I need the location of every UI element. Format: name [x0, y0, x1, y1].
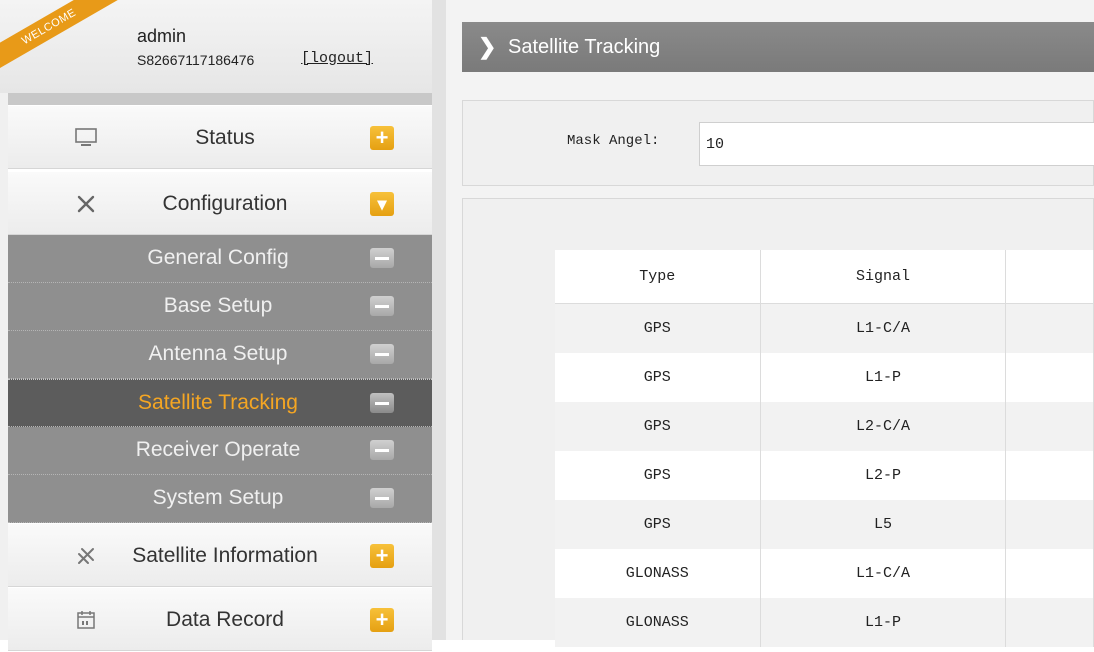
cell-signal: L2-P — [760, 451, 1007, 500]
cell-signal: L1-P — [760, 353, 1007, 402]
monitor-icon — [72, 106, 100, 170]
page-title-bar: ❯ Satellite Tracking — [462, 22, 1094, 72]
sub-item-label: Base Setup — [163, 294, 273, 317]
cell-type: GPS — [555, 303, 761, 353]
sub-item-label: Satellite Tracking — [138, 391, 298, 414]
menu-label-status: Status — [195, 126, 255, 149]
sidebar: WELCOME admin S82667117186476 [logout] S… — [0, 0, 432, 651]
mask-angle-input[interactable] — [699, 122, 1094, 166]
minus-icon[interactable] — [370, 440, 394, 460]
collapse-icon[interactable]: ▾ — [370, 192, 394, 216]
cell-extra — [1005, 353, 1094, 402]
satellite-tracking-table: Type Signal GPS L1-C/A GPS L1-P GPS L2-C… — [555, 250, 1094, 647]
sub-item-satellite-tracking[interactable]: Satellite Tracking — [8, 379, 432, 427]
minus-icon[interactable] — [370, 248, 394, 268]
cell-type: GPS — [555, 500, 761, 549]
tools-icon — [72, 172, 100, 236]
username: admin — [137, 26, 187, 46]
cell-signal: L1-C/A — [760, 303, 1007, 353]
column-header-extra — [1005, 250, 1094, 304]
welcome-ribbon: WELCOME — [0, 0, 120, 75]
column-header-signal: Signal — [760, 250, 1007, 304]
mask-angle-label: Mask Angel: — [567, 133, 660, 149]
sub-item-general-config[interactable]: General Config — [8, 235, 432, 283]
satellite-icon — [72, 524, 100, 588]
minus-icon[interactable] — [370, 488, 394, 508]
menu-label-satellite-information: Satellite Information — [132, 544, 318, 567]
logout-link[interactable]: [logout] — [301, 50, 373, 67]
minus-icon[interactable] — [370, 344, 394, 364]
sub-item-system-setup[interactable]: System Setup — [8, 475, 432, 523]
expand-icon[interactable]: + — [370, 608, 394, 632]
page-title: Satellite Tracking — [508, 36, 661, 58]
cell-signal: L2-C/A — [760, 402, 1007, 451]
minus-icon[interactable] — [370, 393, 394, 413]
menu-item-data-record[interactable]: Data Record + — [8, 587, 432, 651]
table-row: GPS L2-P — [555, 451, 1094, 500]
expand-icon[interactable]: + — [370, 126, 394, 150]
table-row: GPS L1-P — [555, 353, 1094, 402]
cell-type: GPS — [555, 402, 761, 451]
calendar-icon — [72, 588, 100, 652]
sub-item-antenna-setup[interactable]: Antenna Setup — [8, 331, 432, 379]
menu-item-satellite-information[interactable]: Satellite Information + — [8, 523, 432, 587]
menu-label-data-record: Data Record — [166, 608, 284, 631]
sub-item-base-setup[interactable]: Base Setup — [8, 283, 432, 331]
chevron-right-icon: ❯ — [478, 34, 497, 59]
sub-item-label: Receiver Operate — [135, 438, 301, 461]
main-gutter — [432, 0, 446, 640]
cell-extra — [1005, 500, 1094, 549]
sub-item-label: Antenna Setup — [148, 342, 288, 365]
device-serial: S82667117186476 — [137, 52, 255, 68]
table-row: GPS L2-C/A — [555, 402, 1094, 451]
table-header-row: Type Signal — [555, 250, 1094, 304]
table-row: GPS L5 — [555, 500, 1094, 549]
cell-extra — [1005, 549, 1094, 598]
cell-extra — [1005, 451, 1094, 500]
cell-signal: L5 — [760, 500, 1007, 549]
header-divider — [8, 93, 432, 105]
sub-item-label: System Setup — [152, 486, 284, 509]
menu-item-configuration[interactable]: Configuration ▾ — [8, 171, 432, 235]
mask-angle-panel: Mask Angel: — [462, 100, 1094, 186]
cell-extra — [1005, 303, 1094, 353]
cell-type: GPS — [555, 451, 761, 500]
column-header-type: Type — [555, 250, 761, 304]
table-row: GPS L1-C/A — [555, 303, 1094, 353]
cell-type: GPS — [555, 353, 761, 402]
sidebar-edge — [0, 93, 8, 640]
menu-item-status[interactable]: Status + — [8, 105, 432, 169]
minus-icon[interactable] — [370, 296, 394, 316]
cell-extra — [1005, 402, 1094, 451]
expand-icon[interactable]: + — [370, 544, 394, 568]
sub-item-label: General Config — [147, 246, 289, 269]
sub-item-receiver-operate[interactable]: Receiver Operate — [8, 427, 432, 475]
user-header: WELCOME admin S82667117186476 [logout] — [0, 0, 432, 93]
menu-label-configuration: Configuration — [162, 192, 288, 215]
table-row: GLONASS L1-C/A — [555, 549, 1094, 598]
cell-type: GLONASS — [555, 549, 761, 598]
cell-signal: L1-C/A — [760, 549, 1007, 598]
